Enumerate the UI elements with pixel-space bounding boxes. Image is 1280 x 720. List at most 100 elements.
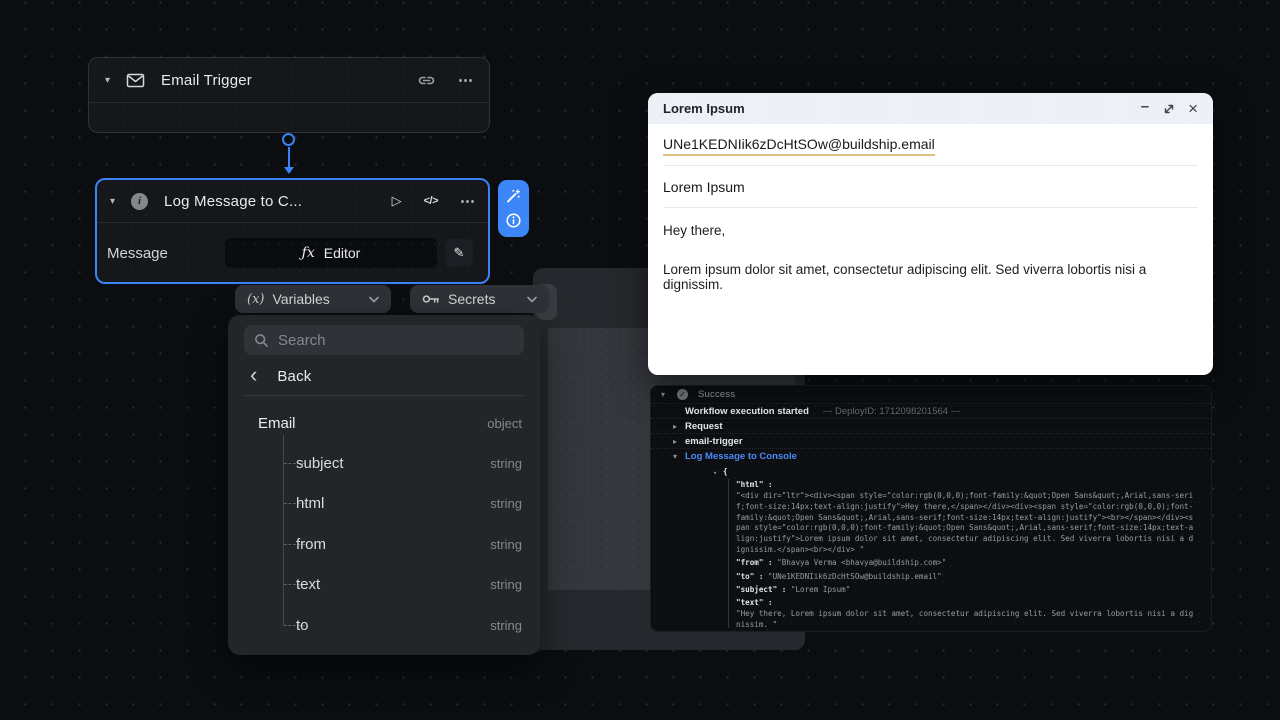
collapse-caret-icon[interactable]: ▾	[105, 75, 110, 86]
json-close-brace: }	[713, 631, 1211, 632]
tree-node-type: string	[490, 617, 522, 633]
console-row-started: Workflow execution started --- DeployID:…	[651, 403, 1211, 418]
variables-tab-label: Variables	[272, 291, 330, 307]
console-json-output: ▾ { "html" : "<div dir="ltr"><div><span …	[713, 464, 1211, 632]
close-icon[interactable]: ×	[1188, 99, 1198, 119]
console-row-request[interactable]: ▸ Request	[651, 418, 1211, 433]
expand-icon[interactable]	[1163, 103, 1175, 115]
json-key: "html" :	[736, 480, 773, 490]
collapse-caret-icon[interactable]: ▾	[673, 452, 685, 461]
editor-button[interactable]: ƒx Editor	[225, 238, 437, 268]
back-label: Back	[277, 367, 312, 385]
expand-caret-icon[interactable]: ▸	[673, 437, 685, 446]
email-preview-modal: Lorem Ipsum – × UNe1KEDNIik6zDcHtSOw@bui…	[648, 93, 1213, 375]
workflow-canvas[interactable]: ▾ Email Trigger ⋯ ▾ i Log Message to C..…	[0, 0, 1280, 720]
connector-port[interactable]	[282, 133, 295, 146]
message-field-label: Message	[107, 244, 168, 262]
tree-node-name: text	[296, 575, 321, 593]
tab-variables[interactable]: (x) Variables	[235, 285, 391, 313]
edit-pencil-button[interactable]: ✎	[445, 239, 473, 267]
tree-item-from[interactable]: from string	[258, 533, 522, 555]
recipient-address[interactable]: UNe1KEDNIik6zDcHtSOw@buildship.email	[663, 136, 935, 156]
node-quick-actions	[498, 180, 529, 237]
email-trigger-node[interactable]: ▾ Email Trigger ⋯	[88, 57, 490, 133]
info-icon: i	[131, 192, 149, 210]
collapse-caret-icon[interactable]: ▾	[110, 196, 115, 207]
console-row-email-trigger[interactable]: ▸ email-trigger	[651, 433, 1211, 448]
chevron-down-icon	[527, 296, 537, 303]
email-subject[interactable]: Lorem Ipsum	[663, 179, 1198, 195]
tree-node-name: html	[296, 494, 325, 512]
json-entry-from: "from" : "Bhavya Verma <bhavya@buildship…	[736, 558, 1196, 569]
link-icon[interactable]	[417, 71, 436, 90]
key-icon	[422, 293, 440, 305]
tree-item-subject[interactable]: subject string	[258, 452, 522, 474]
email-trigger-header[interactable]: ▾ Email Trigger ⋯	[89, 58, 489, 103]
email-body: Lorem ipsum dolor sit amet, consectetur …	[663, 262, 1147, 292]
tree-item-text[interactable]: text string	[258, 573, 522, 595]
success-label: Success	[698, 389, 736, 400]
editor-button-label: Editor	[323, 245, 361, 261]
json-value: "Hey there, Lorem ipsum dolor sit amet, …	[736, 609, 1194, 629]
expand-caret-icon[interactable]: ▸	[673, 422, 685, 431]
json-key: "subject" :	[736, 584, 787, 594]
run-node-icon[interactable]: ▷	[392, 193, 402, 209]
fx-icon: ƒx	[301, 245, 315, 261]
search-icon	[254, 333, 269, 348]
collapse-caret-icon[interactable]: ▾	[661, 390, 673, 399]
json-entry-subject: "subject" : "Lorem Ipsum"	[736, 585, 1196, 596]
deploy-id: --- DeployID: 1712098201564 ---	[822, 405, 961, 417]
back-button[interactable]: ‹ Back	[228, 359, 540, 393]
variables-dropdown-panel: ‹ Back Email object subject string html …	[228, 315, 540, 655]
tree-node-type: string	[490, 455, 522, 471]
modal-header[interactable]: Lorem Ipsum – ×	[648, 93, 1213, 124]
tree-node-name: to	[296, 616, 309, 634]
collapse-caret-icon[interactable]: ▾	[713, 468, 717, 479]
secrets-tab-label: Secrets	[448, 291, 496, 307]
search-input[interactable]	[278, 331, 514, 349]
magic-wand-icon[interactable]	[505, 188, 522, 205]
connector-arrow-icon	[284, 167, 294, 174]
divider	[663, 207, 1198, 208]
tree-item-html[interactable]: html string	[258, 492, 522, 514]
code-icon[interactable]: </>	[424, 195, 439, 207]
node-title: Log Message to C...	[164, 192, 303, 210]
more-options-icon[interactable]: ⋯	[458, 71, 473, 89]
tree-item-to[interactable]: to string	[258, 614, 522, 636]
json-key: "text" :	[736, 598, 773, 608]
tab-secrets[interactable]: Secrets	[410, 285, 549, 313]
chevron-left-icon: ‹	[250, 361, 258, 387]
info-circle-icon[interactable]	[505, 212, 522, 229]
message-field-row: Message ƒx Editor ✎	[97, 223, 488, 283]
success-check-icon: ✓	[677, 389, 688, 400]
node-title: Email Trigger	[161, 71, 252, 89]
json-key: "from" :	[736, 558, 773, 568]
console-row-success[interactable]: ▾ ✓ Success	[651, 386, 1211, 403]
tree-node-type: object	[487, 415, 522, 431]
execution-console[interactable]: ▾ ✓ Success Workflow execution started -…	[650, 385, 1212, 632]
modal-title: Lorem Ipsum	[663, 101, 745, 116]
tree-node-type: string	[490, 495, 522, 511]
log-message-header[interactable]: ▾ i Log Message to C... ▷ </> ⋯	[97, 180, 488, 223]
tree-node-name: subject	[296, 454, 344, 472]
divider	[244, 395, 524, 396]
tree-node-name: Email	[258, 414, 296, 432]
minimize-icon[interactable]: –	[1141, 98, 1149, 115]
more-options-icon[interactable]: ⋯	[460, 192, 475, 210]
json-value: "Lorem Ipsum"	[790, 584, 851, 594]
connector-line	[288, 147, 290, 167]
expression-tabs: (x) Variables Secrets	[235, 285, 549, 313]
variables-search[interactable]	[244, 325, 524, 355]
json-open-brace: {	[723, 467, 728, 476]
tree-node-type: string	[490, 576, 522, 592]
divider	[663, 165, 1198, 166]
json-entry-to: "to" : "UNe1KEDNIik6zDcHtSOw@buildship.e…	[736, 572, 1196, 583]
tree-root-email[interactable]: Email object	[258, 412, 522, 434]
json-value: "Bhavya Verma <bhavya@buildship.com>"	[777, 558, 947, 568]
log-message-node[interactable]: ▾ i Log Message to C... ▷ </> ⋯ Message …	[95, 178, 490, 284]
json-entry-text: "text" : "Hey there, Lorem ipsum dolor s…	[736, 598, 1196, 630]
json-value: "UNe1KEDNIik6zDcHtSOw@buildship.email"	[768, 571, 942, 581]
console-row-log-node[interactable]: ▾ Log Message to Console	[651, 448, 1211, 464]
json-key: "to" :	[736, 571, 764, 581]
modal-body: UNe1KEDNIik6zDcHtSOw@buildship.email Lor…	[648, 124, 1213, 292]
